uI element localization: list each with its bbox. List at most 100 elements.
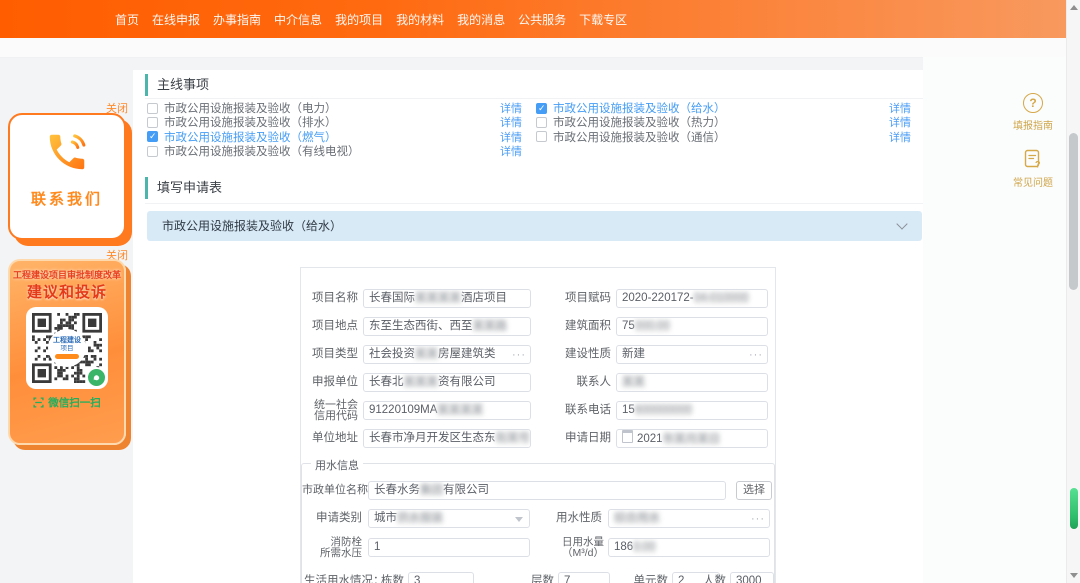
main-item-gas[interactable]: 市政公用设施报装及验收（燃气） 详情 [147, 130, 522, 144]
main-content-card: 主线事项 市政公用设施报装及验收（电力） 详情 市政公用设施报装及验收（排水） … [133, 70, 923, 583]
municipal-unit-input[interactable]: 长春水务集团有限公司 [368, 481, 726, 500]
nav-item-downloads[interactable]: 下载专区 [579, 11, 627, 28]
checkbox[interactable] [536, 103, 547, 114]
checkbox[interactable] [147, 146, 158, 157]
chevron-down-icon[interactable] [515, 517, 523, 522]
item-label: 市政公用设施报装及验收（有线电视） [164, 143, 500, 159]
checkbox[interactable] [536, 117, 547, 128]
checkbox[interactable] [147, 131, 158, 142]
scrollbar-green-marker [1070, 488, 1078, 529]
complaint-card: 工程建设项目审批制度改革 建议和投诉 工程建设 [8, 259, 126, 445]
main-items-left-column: 市政公用设施报装及验收（电力） 详情 市政公用设施报装及验收（排水） 详情 市政… [147, 101, 522, 158]
nav-item-agency-info[interactable]: 中介信息 [274, 11, 322, 28]
detail-link[interactable]: 详情 [889, 129, 911, 145]
contact-title: 联系我们 [31, 188, 103, 209]
field-label: 申请类别 [312, 509, 362, 528]
main-item-drainage[interactable]: 市政公用设施报装及验收（排水） 详情 [147, 115, 522, 129]
contact-phone-input[interactable]: 15600000000 [616, 401, 768, 420]
ellipsis-icon[interactable]: ··· [749, 346, 763, 364]
project-code-input[interactable]: 2020-220172-04-010000 [616, 289, 768, 308]
nav-item-home[interactable]: 首页 [115, 11, 139, 28]
nav-item-my-messages[interactable]: 我的消息 [457, 11, 505, 28]
fieldset-legend: 用水信息 [311, 457, 363, 473]
water-nature-input[interactable]: ··· 综合用水 [608, 509, 770, 528]
field-label: 申报单位 [301, 373, 358, 392]
nav-item-my-materials[interactable]: 我的材料 [396, 11, 444, 28]
field-label: 单位地址 [301, 429, 358, 448]
project-type-input[interactable]: ··· 社会投资某某房屋建筑类 [363, 345, 531, 364]
field-label: 市政单位名称 [302, 481, 366, 500]
nav-item-public-services[interactable]: 公共服务 [518, 11, 566, 28]
wechat-icon [86, 367, 107, 388]
application-form-panel: 项目名称 长春国际某某某某酒店项目 项目赋码 2020-220172-04-01… [300, 267, 776, 583]
building-area-input[interactable]: 75000.00 [616, 317, 768, 336]
faq-doc-icon: ? [1023, 148, 1043, 170]
ellipsis-icon[interactable]: ··· [512, 346, 526, 364]
accordion-banner-water[interactable]: 市政公用设施报装及验收（给水） [147, 211, 922, 241]
help-guide[interactable]: ? 填报指南 [1002, 93, 1064, 132]
scroll-up-arrow[interactable] [1070, 5, 1078, 10]
project-location-input[interactable]: 东至生态西街、西至某某路 [363, 317, 531, 336]
checkbox[interactable] [147, 117, 158, 128]
construction-nature-input[interactable]: ··· 新建 [616, 345, 768, 364]
sub-header-band [0, 38, 1080, 58]
page: 首页 在线申报 办事指南 中介信息 我的项目 我的材料 我的消息 公共服务 下载… [0, 0, 1080, 583]
main-item-heating[interactable]: 市政公用设施报装及验收（热力） 详情 [536, 115, 911, 129]
contact-person-input[interactable]: 某某 [616, 373, 768, 392]
apply-date-input[interactable]: 2021年某月某日 [616, 429, 768, 448]
field-label: 联系人 [553, 373, 611, 392]
apply-category-select[interactable]: 城市供水报装 [368, 509, 530, 528]
nav-item-guide[interactable]: 办事指南 [213, 11, 261, 28]
floor-count-input[interactable]: 7 [558, 572, 610, 583]
field-label: 统一社会信用代码 [301, 400, 358, 422]
main-items-right-column: 市政公用设施报装及验收（给水） 详情 市政公用设施报装及验收（热力） 详情 市政… [536, 101, 911, 144]
field-label: 层数 [530, 572, 554, 583]
main-item-water[interactable]: 市政公用设施报装及验收（给水） 详情 [536, 101, 911, 115]
scrollbar[interactable] [1066, 0, 1080, 583]
scan-icon [33, 397, 44, 408]
section-title-main-items: 主线事项 [145, 74, 209, 96]
question-circle-icon: ? [1023, 93, 1043, 113]
daily-water-input[interactable]: 1860.00 [608, 538, 770, 557]
help-faq[interactable]: ? 常见问题 [1002, 148, 1064, 189]
field-label: 项目名称 [301, 289, 358, 308]
help-faq-label: 常见问题 [1013, 174, 1053, 189]
nav-item-online-apply[interactable]: 在线申报 [152, 11, 200, 28]
field-label: 栋数 [380, 572, 404, 583]
main-item-telecom[interactable]: 市政公用设施报装及验收（通信） 详情 [536, 130, 911, 144]
field-label: 建设性质 [553, 345, 611, 364]
hydrant-pressure-input[interactable]: 1 [368, 538, 530, 557]
field-label: 联系电话 [553, 401, 611, 420]
checkbox[interactable] [536, 131, 547, 142]
qr-badge [55, 354, 79, 359]
building-count-input[interactable]: 3 [408, 572, 474, 583]
unit-address-input[interactable]: 长春市净月开发区生态东街某号 [363, 429, 531, 448]
field-label: 项目地点 [301, 317, 358, 336]
detail-link[interactable]: 详情 [500, 143, 522, 159]
item-label: 市政公用设施报装及验收（通信） [553, 129, 889, 145]
scroll-down-arrow[interactable] [1070, 573, 1078, 578]
nav-item-my-projects[interactable]: 我的项目 [335, 11, 383, 28]
field-label: 消防栓所需水压 [306, 537, 362, 559]
choose-button[interactable]: 选择 [736, 481, 772, 500]
field-label: 用水性质 [554, 509, 602, 528]
banner-label: 市政公用设施报装及验收（给水） [162, 219, 342, 233]
contact-card[interactable]: 联系我们 [8, 113, 126, 240]
checkbox[interactable] [147, 103, 158, 114]
field-label: 人数 [702, 572, 726, 583]
people-count-input[interactable]: 3000 [730, 572, 774, 583]
right-margin-panel [923, 57, 1066, 583]
main-item-electric[interactable]: 市政公用设施报装及验收（电力） 详情 [147, 101, 522, 115]
svg-text:?: ? [1035, 160, 1041, 170]
scrollbar-thumb[interactable] [1069, 133, 1078, 290]
project-name-input[interactable]: 长春国际某某某某酒店项目 [363, 289, 531, 308]
divider [145, 203, 923, 204]
main-item-cable-tv[interactable]: 市政公用设施报装及验收（有线电视） 详情 [147, 144, 522, 158]
applicant-unit-input[interactable]: 长春北某某某资有限公司 [363, 373, 531, 392]
ellipsis-icon[interactable]: ··· [751, 510, 765, 528]
calendar-icon [622, 430, 633, 443]
credit-code-input[interactable]: 91220109MA某某某某 [363, 401, 531, 420]
field-label: 单元数 [632, 572, 668, 583]
chevron-down-icon[interactable] [896, 218, 907, 229]
phone-icon [44, 129, 90, 180]
